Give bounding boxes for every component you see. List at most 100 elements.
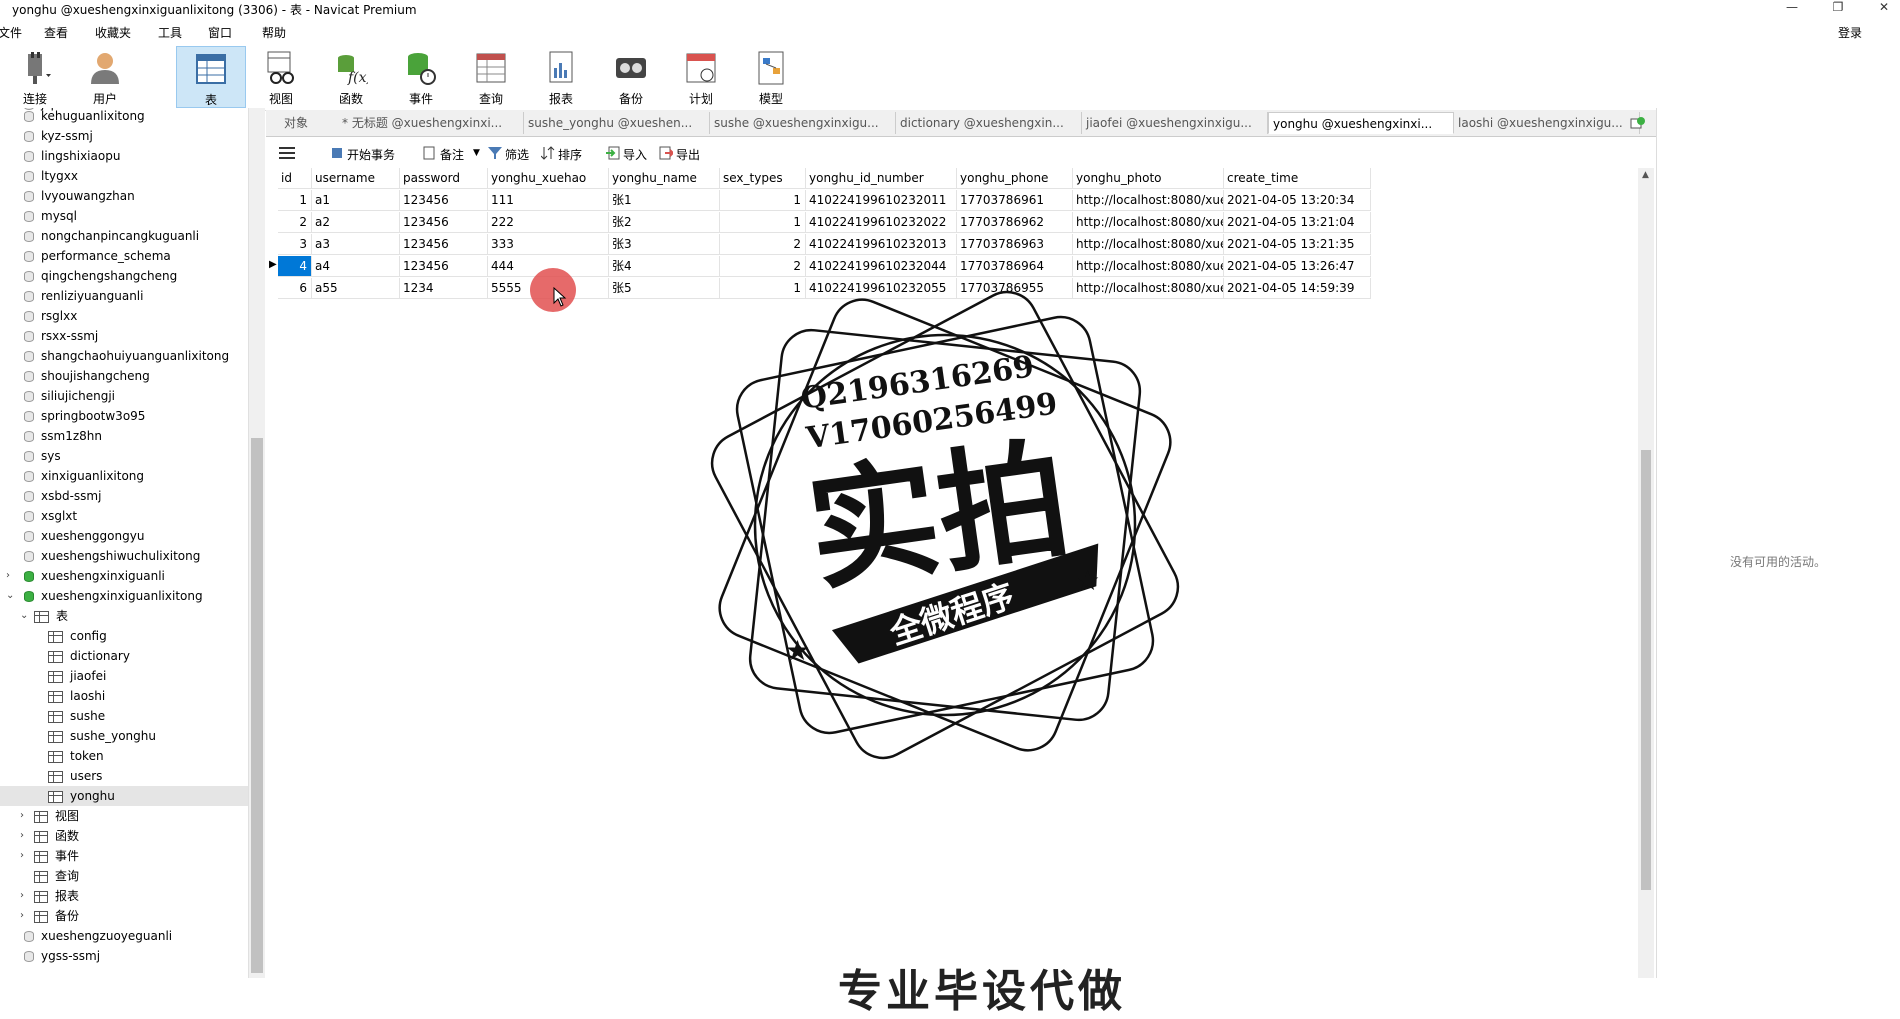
tree-db-item[interactable]: xsglxt [24,506,77,526]
expand-arrow-icon[interactable]: › [20,850,24,861]
expand-arrow-icon[interactable]: › [6,570,10,581]
table-cell[interactable]: 2 [278,212,312,233]
table-cell[interactable]: 1 [278,190,312,211]
toolbar-query-button[interactable]: 查询 [456,46,526,108]
table-cell[interactable]: 张1 [609,190,720,211]
tree-db-item[interactable]: ssm1z8hn [24,426,102,446]
tree-table-item[interactable]: dictionary [48,646,130,666]
expand-arrow-icon[interactable]: › [20,810,24,821]
column-header[interactable]: yonghu_phone [957,168,1073,189]
minimize-button[interactable]: — [1778,0,1806,16]
column-header[interactable]: password [400,168,488,189]
sidebar-scrollbar-thumb[interactable] [251,438,263,973]
tree-group-item[interactable]: 函数 [34,826,79,846]
table-cell[interactable]: 2021-04-05 14:59:39 [1224,278,1371,299]
memo-button[interactable]: 备注 [440,146,464,163]
expand-arrow-icon[interactable]: › [20,830,24,841]
tree-db-item[interactable]: xueshengxinxiguanli [24,566,165,586]
table-cell[interactable]: 410224199610232011 [806,190,957,211]
table-cell[interactable]: a1 [312,190,400,211]
column-header[interactable]: yonghu_id_number [806,168,957,189]
table-cell[interactable]: http://localhost:8080/xues [1073,212,1224,233]
toolbar-connect-button[interactable]: 连接 [0,46,70,108]
table-cell[interactable]: http://localhost:8080/xues [1073,190,1224,211]
table-cell[interactable]: 2 [720,234,806,255]
tree-db-item[interactable]: lvyouwangzhan [24,186,135,206]
column-header[interactable]: username [312,168,400,189]
table-cell[interactable]: 1 [720,212,806,233]
tree-db-item[interactable]: xueshengshiwuchulixitong [24,546,200,566]
column-header[interactable]: yonghu_name [609,168,720,189]
toolbar-function-button[interactable]: f(x) 函数 [316,46,386,108]
tree-db-item[interactable]: kyz-ssmj [24,126,93,146]
login-link[interactable]: 登录 [1838,24,1862,41]
table-cell[interactable]: 123456 [400,212,488,233]
tree-table-item[interactable]: sushe [48,706,105,726]
collapse-arrow-icon[interactable]: ⌄ [20,610,28,621]
table-cell[interactable]: 3 [278,234,312,255]
table-cell[interactable]: 张5 [609,278,720,299]
table-cell[interactable]: 2021-04-05 13:26:47 [1224,256,1371,277]
toolbar-view-button[interactable]: 视图 [246,46,316,108]
toolbar-model-button[interactable]: 模型 [736,46,806,108]
table-cell[interactable]: 410224199610232013 [806,234,957,255]
tree-db-item[interactable]: springbootw3o95 [24,406,145,426]
tree-db-item[interactable]: qingchengshangcheng [24,266,177,286]
expand-arrow-icon[interactable]: › [20,910,24,921]
tree-db-item[interactable]: xinxiguanlixitong [24,466,144,486]
grid-scrollbar-thumb[interactable] [1641,450,1651,890]
table-cell[interactable]: http://localhost:8080/xues [1073,256,1224,277]
new-tab-icon[interactable] [1630,116,1646,130]
export-button[interactable]: 导出 [676,146,700,163]
tree-db-item[interactable]: sys [24,446,61,466]
tab-sushe-yonghu[interactable]: sushe_yonghu @xueshen... [524,112,710,134]
tree-db-item[interactable]: nongchanpincangkuguanli [24,226,199,246]
tree-db-item[interactable]: xueshenggongyu [24,526,144,546]
table-cell[interactable]: http://localhost:8080/xues [1073,234,1224,255]
begin-transaction-button[interactable]: 开始事务 [347,146,395,163]
table-cell[interactable]: 123456 [400,234,488,255]
tree-group-item[interactable]: 报表 [34,886,79,906]
menu-icon[interactable] [279,147,295,159]
tab-laoshi[interactable]: laoshi @xueshengxinxigu... [1454,112,1640,134]
table-cell[interactable]: 17703786964 [957,256,1073,277]
tree-table-item[interactable]: token [48,746,104,766]
tab-yonghu[interactable]: yonghu @xueshengxinxi... [1268,112,1454,134]
tree-db-item[interactable]: rsxx-ssmj [24,326,98,346]
column-header[interactable]: yonghu_xuehao [488,168,609,189]
table-cell[interactable]: 123456 [400,256,488,277]
menu-help[interactable]: 帮助 [262,24,286,41]
tree-table-item[interactable]: users [48,766,102,786]
toolbar-event-button[interactable]: 事件 [386,46,456,108]
import-button[interactable]: 导入 [623,146,647,163]
menu-file[interactable]: 文件 [0,24,22,41]
table-cell[interactable]: a3 [312,234,400,255]
expand-arrow-icon[interactable]: › [20,890,24,901]
table-cell[interactable]: 17703786963 [957,234,1073,255]
tab-untitled-query[interactable]: * 无标题 @xueshengxinxi... [338,112,524,134]
tree-db-item[interactable]: xueshengzuoyeguanli [24,926,172,946]
toolbar-backup-button[interactable]: 备份 [596,46,666,108]
tree-table-item[interactable]: sushe_yonghu [48,726,156,746]
tree-db-item[interactable]: ltygxx [24,166,78,186]
tree-db-item[interactable]: rsglxx [24,306,77,326]
table-cell[interactable]: 张4 [609,256,720,277]
sidebar-scrollbar[interactable] [248,108,265,978]
table-cell[interactable]: 2021-04-05 13:20:34 [1224,190,1371,211]
table-cell[interactable]: 张3 [609,234,720,255]
menu-window[interactable]: 窗口 [208,24,232,41]
table-cell[interactable]: 1234 [400,278,488,299]
table-cell[interactable]: a4 [312,256,400,277]
tree-db-item[interactable]: siliujichengji [24,386,115,406]
table-cell[interactable]: 4 [278,256,312,277]
tab-sushe[interactable]: sushe @xueshengxinxigu... [710,112,896,134]
table-cell[interactable]: 1 [720,190,806,211]
table-cell[interactable]: 17703786961 [957,190,1073,211]
grid-scrollbar[interactable] [1638,168,1654,978]
collapse-arrow-icon[interactable]: ⌄ [6,590,14,601]
close-button[interactable]: ✕ [1870,0,1898,16]
tab-dictionary[interactable]: dictionary @xueshengxin... [896,112,1082,134]
tree-db-item[interactable]: renliziyuanguanli [24,286,143,306]
tree-db-item[interactable]: performance_schema [24,246,171,266]
tree-group-item[interactable]: 备份 [34,906,79,926]
